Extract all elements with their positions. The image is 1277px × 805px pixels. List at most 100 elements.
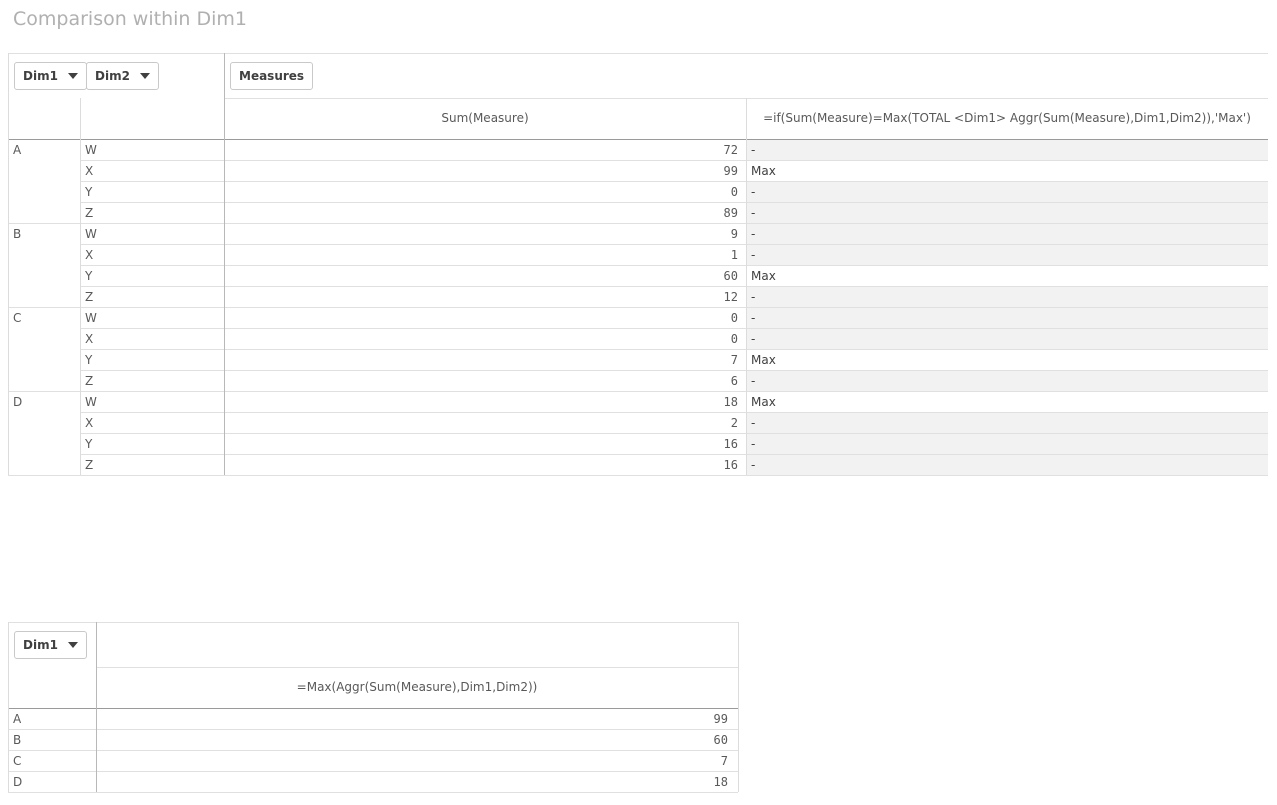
group-separator [8,391,1268,392]
dim2-cell[interactable]: Z [85,206,93,220]
sum-measure-cell: 72 [723,143,738,157]
flag-cell-background [746,140,1268,160]
max-flag-cell: - [751,290,756,304]
flag-cell-background [746,413,1268,433]
flag-cell-background [746,182,1268,202]
sum-measure-cell: 9 [730,227,738,241]
table-right-border [738,622,739,792]
dimension-button-label: Dim1 [23,69,58,83]
max-aggr-cell: 99 [713,712,728,726]
header-divider [96,667,738,668]
sum-measure-cell: 16 [723,437,738,451]
max-flag-cell: - [751,143,756,157]
sum-measure-cell: 99 [723,164,738,178]
flag-cell-background [746,203,1268,223]
dim2-cell[interactable]: Y [85,269,92,283]
flag-cell-background [746,371,1268,391]
sum-measure-cell: 6 [730,374,738,388]
max-flag-cell: - [751,248,756,262]
max-flag-cell: - [751,416,756,430]
sheet-title: Comparison within Dim1 [13,8,247,30]
table-top-border [8,53,1268,54]
row-separator [80,349,1268,350]
flag-cell-background [746,287,1268,307]
row-separator [8,792,738,793]
row-separator [8,729,738,730]
flag-cell-background [746,224,1268,244]
max-flag-cell: - [751,458,756,472]
dim1-cell[interactable]: C [13,311,21,325]
measures-button[interactable]: Measures [230,62,314,90]
max-flag-cell: - [751,311,756,325]
table-left-border [8,622,9,792]
dim2-cell[interactable]: W [85,311,97,325]
dim2-cell[interactable]: Y [85,437,92,451]
dimension-button-dim2[interactable]: Dim2 [86,62,159,90]
max-flag-cell: - [751,185,756,199]
dim1-cell[interactable]: D [13,775,22,789]
dim2-cell[interactable]: W [85,227,97,241]
dim2-cell[interactable]: X [85,332,93,346]
sum-measure-cell: 18 [723,395,738,409]
sum-measure-cell: 0 [730,332,738,346]
dim1-cell[interactable]: A [13,143,21,157]
dim2-column-divider [80,98,81,475]
dim1-cell[interactable]: D [13,395,22,409]
header-bottom-border [8,708,738,709]
dim1-cell[interactable]: A [13,712,21,726]
sum-measure-cell: 2 [730,416,738,430]
table-top-border [8,622,738,623]
dim1-cell[interactable]: B [13,227,21,241]
sum-measure-cell: 12 [723,290,738,304]
max-aggr-cell: 60 [713,733,728,747]
dimension-measure-divider [224,53,225,475]
max-flag-cell: - [751,437,756,451]
dim2-cell[interactable]: X [85,248,93,262]
max-aggr-cell: 18 [713,775,728,789]
dim2-cell[interactable]: W [85,143,97,157]
caret-down-icon [67,73,78,79]
sum-measure-cell: 0 [730,185,738,199]
flag-cell-background [746,245,1268,265]
max-flag-cell: - [751,227,756,241]
dim2-cell[interactable]: W [85,395,97,409]
max-flag-cell: - [751,332,756,346]
dim2-cell[interactable]: Y [85,185,92,199]
sum-measure-cell: 1 [730,248,738,262]
max-flag-cell: Max [751,353,776,367]
sum-measure-cell: 0 [730,311,738,325]
dim1-cell[interactable]: B [13,733,21,747]
max-flag-cell: Max [751,269,776,283]
dim2-cell[interactable]: Z [85,458,93,472]
dimension-button-dim1[interactable]: Dim1 [14,62,87,90]
flag-cell-background [746,329,1268,349]
max-flag-cell: - [751,374,756,388]
sum-measure-cell: 89 [723,206,738,220]
column-header-max-flag[interactable]: =if(Sum(Measure)=Max(TOTAL <Dim1> Aggr(S… [746,111,1268,125]
dim2-cell[interactable]: Z [85,374,93,388]
flag-cell-background [746,308,1268,328]
dim2-cell[interactable]: X [85,164,93,178]
flag-cell-background [746,434,1268,454]
sum-measure-cell: 16 [723,458,738,472]
table-bottom-border [8,475,1268,476]
max-flag-cell: Max [751,164,776,178]
sum-measure-cell: 60 [723,269,738,283]
row-separator [8,771,738,772]
column-header-max-aggr[interactable]: =Max(Aggr(Sum(Measure),Dim1,Dim2)) [96,680,738,694]
dim2-cell[interactable]: Z [85,290,93,304]
dimension-button-label: Dim2 [95,69,130,83]
dim2-cell[interactable]: Y [85,353,92,367]
dim2-cell[interactable]: X [85,416,93,430]
table-left-border [8,53,9,475]
measure-column-divider [746,98,747,475]
column-header-sum-measure[interactable]: Sum(Measure) [224,111,746,125]
dimension-button-dim1[interactable]: Dim1 [14,631,87,659]
row-separator [8,750,738,751]
sum-measure-cell: 7 [730,353,738,367]
dimension-measure-divider [96,622,97,792]
max-flag-cell: Max [751,395,776,409]
dim1-cell[interactable]: C [13,754,21,768]
caret-down-icon [139,73,150,79]
caret-down-icon [67,642,78,648]
